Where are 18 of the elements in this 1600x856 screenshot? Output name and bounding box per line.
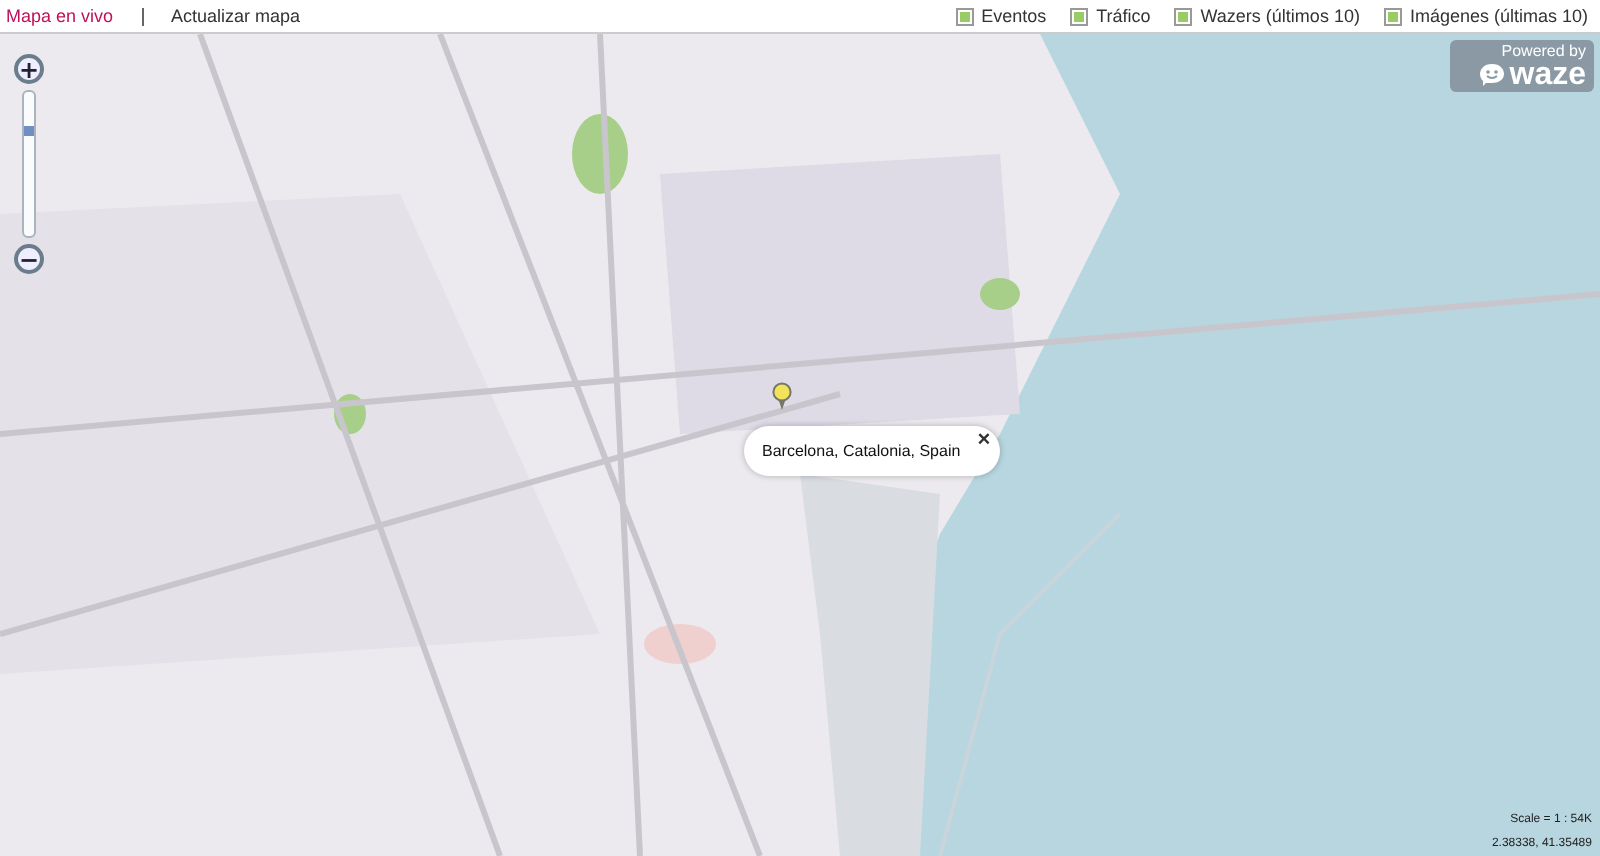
layer-label: Tráfico — [1096, 6, 1151, 26]
nav-link[interactable]: Mapa en vivo — [6, 6, 114, 26]
marker-icon — [772, 382, 792, 410]
popup-text: Barcelona, Catalonia, Spain — [762, 442, 961, 460]
zoom-thumb[interactable] — [24, 125, 34, 136]
checkbox[interactable] — [1383, 7, 1402, 25]
brand-logo: waze — [1509, 60, 1586, 90]
checkbox[interactable] — [955, 7, 974, 25]
layer-label: Eventos — [981, 6, 1047, 26]
checkbox[interactable] — [1174, 7, 1193, 25]
smiley-icon — [1477, 62, 1506, 88]
nav-link[interactable]: Actualizar mapa — [171, 6, 301, 26]
checkbox[interactable] — [1070, 7, 1089, 25]
close-button[interactable]: × — [977, 428, 991, 452]
layer-toggle[interactable]: Tráfico — [1070, 6, 1151, 26]
badge-caption: Powered by — [1501, 42, 1586, 60]
zoom-slider[interactable] — [22, 90, 36, 238]
layer-toggle[interactable]: Eventos — [955, 6, 1047, 26]
